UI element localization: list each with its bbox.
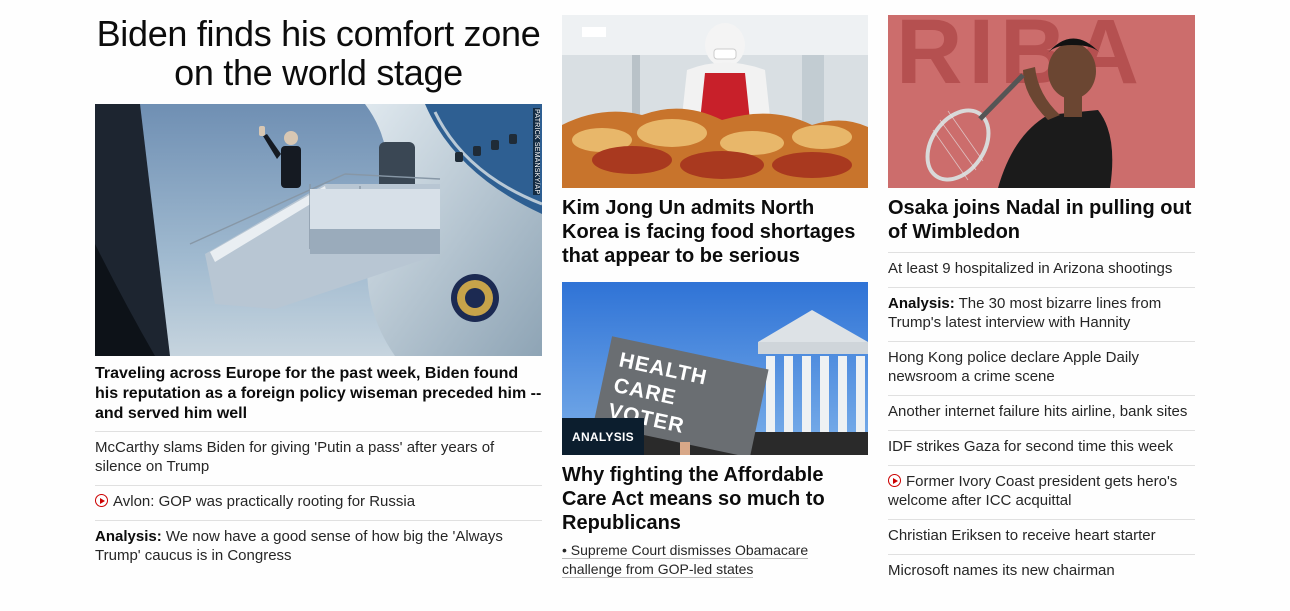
svg-text:RIBA: RIBA [896, 15, 1145, 103]
right-story-column: RIBA Osaka joins Nadal in pulling out of… [888, 0, 1195, 589]
video-play-icon [95, 494, 108, 507]
osaka-tennis-image[interactable]: RIBA [888, 15, 1195, 188]
hero-headline-link[interactable]: Biden finds his comfort zone on the worl… [95, 14, 542, 92]
headline-link-2[interactable]: Hong Kong police declare Apple Daily new… [888, 341, 1195, 395]
link-text: Avlon: GOP was practically rooting for R… [113, 493, 416, 510]
headline-link-0[interactable]: At least 9 hospitalized in Arizona shoot… [888, 252, 1195, 287]
related-link-1[interactable]: Avlon: GOP was practically rooting for R… [95, 485, 542, 520]
headline-link-7[interactable]: Microsoft names its new chairman [888, 554, 1195, 589]
headline-link-6[interactable]: Christian Eriksen to receive heart start… [888, 519, 1195, 554]
middle-story-column: Kim Jong Un admits North Korea is facing… [562, 0, 868, 579]
kim-jong-un-headline-link[interactable]: Kim Jong Un admits North Korea is facing… [562, 196, 868, 268]
sublink-text: • Supreme Court dismisses Obamacare chal… [562, 542, 809, 578]
osaka-headline-link[interactable]: Osaka joins Nadal in pulling out of Wimb… [888, 196, 1195, 244]
analysis-badge: ANALYSIS [562, 418, 644, 455]
headline-link-5[interactable]: Former Ivory Coast president gets hero's… [888, 465, 1195, 519]
link-text: At least 9 hospitalized in Arizona shoot… [888, 260, 1173, 277]
headline-link-1[interactable]: Analysis: The 30 most bizarre lines from… [888, 287, 1195, 341]
health-care-sign-image[interactable]: HEALTH CARE VOTER ANALYSIS [562, 282, 868, 455]
more-headlines-list: At least 9 hospitalized in Arizona shoot… [888, 252, 1195, 589]
biden-air-force-one-image[interactable]: PATRICK SEMANSKY/AP [95, 104, 542, 356]
photo-credit: PATRICK SEMANSKY/AP [533, 108, 540, 196]
headline-link-3[interactable]: Another internet failure hits airline, b… [888, 395, 1195, 430]
related-links-list: McCarthy slams Biden for giving 'Putin a… [95, 431, 542, 574]
related-link-2[interactable]: Analysis: We now have a good sense of ho… [95, 520, 542, 574]
link-text: Christian Eriksen to receive heart start… [888, 527, 1156, 544]
analysis-label: Analysis: [888, 295, 955, 312]
video-play-icon [888, 474, 901, 487]
link-text: Hong Kong police declare Apple Daily new… [888, 349, 1139, 385]
lead-story-link[interactable]: Traveling across Europe for the past wee… [95, 364, 542, 424]
featured-story-column: Biden finds his comfort zone on the worl… [95, 0, 542, 574]
affordable-care-act-headline-link[interactable]: Why fighting the Affordable Care Act mea… [562, 463, 868, 535]
link-text: McCarthy slams Biden for giving 'Putin a… [95, 439, 495, 475]
kimchi-worker-image[interactable] [562, 15, 868, 188]
link-text: IDF strikes Gaza for second time this we… [888, 438, 1174, 455]
link-text: Microsoft names its new chairman [888, 562, 1115, 579]
headline-link-4[interactable]: IDF strikes Gaza for second time this we… [888, 430, 1195, 465]
supreme-court-sublink[interactable]: • Supreme Court dismisses Obamacare chal… [562, 541, 868, 579]
link-text: Another internet failure hits airline, b… [888, 403, 1188, 420]
link-text: Former Ivory Coast president gets hero's… [888, 473, 1178, 509]
related-link-0[interactable]: McCarthy slams Biden for giving 'Putin a… [95, 431, 542, 485]
analysis-label: Analysis: [95, 528, 162, 545]
